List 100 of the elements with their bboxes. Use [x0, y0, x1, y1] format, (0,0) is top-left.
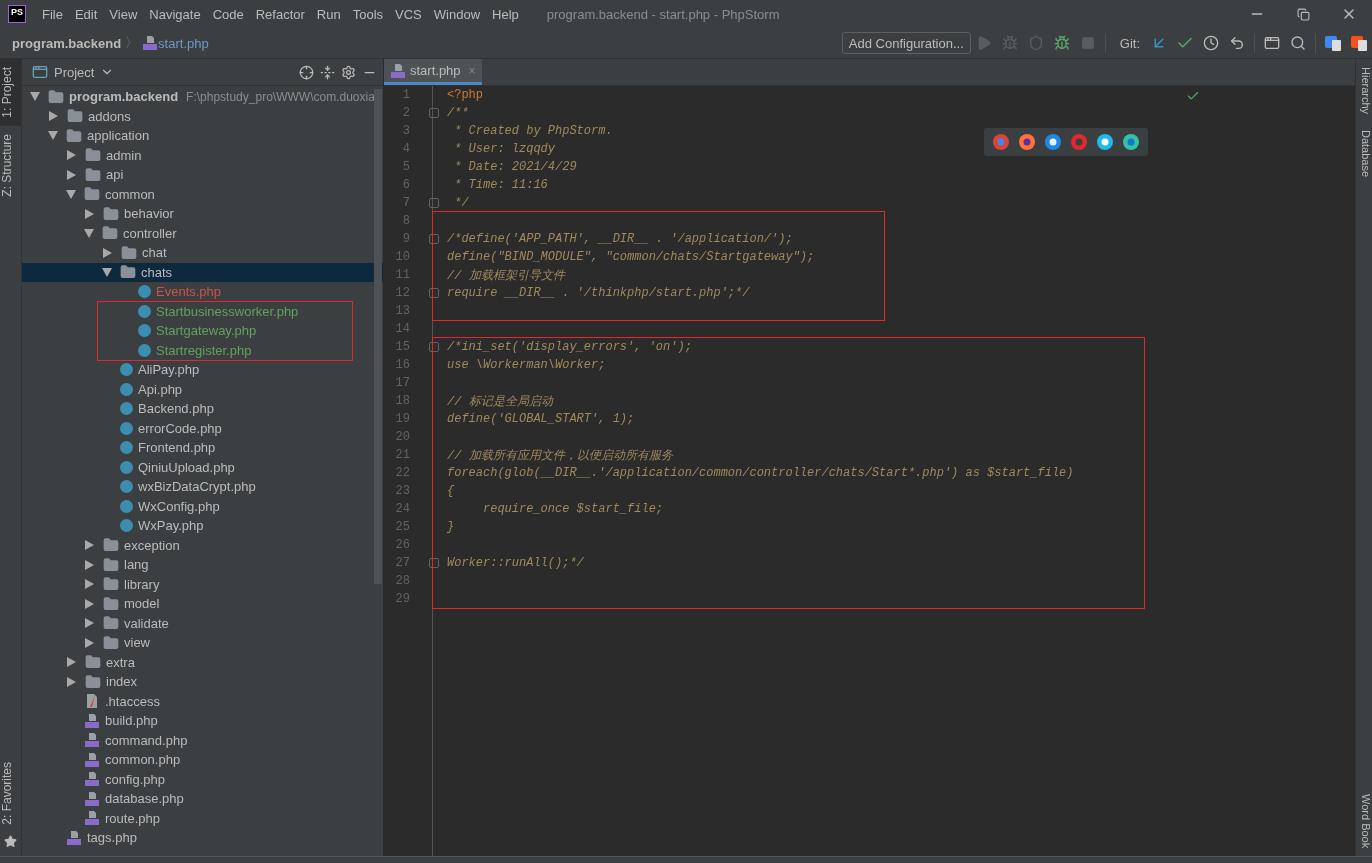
collapsed-arrow-icon[interactable] — [85, 540, 94, 551]
tree-row[interactable]: .htaccess — [22, 691, 383, 711]
tree-row[interactable]: extra — [22, 652, 383, 672]
menu-item[interactable]: Code — [206, 6, 250, 22]
tree-row[interactable]: Frontend.php — [22, 438, 383, 458]
expanded-arrow-icon[interactable] — [102, 267, 112, 277]
tree-row[interactable]: Startbusinessworker.php — [98, 301, 352, 321]
tool-window-tab[interactable]: Word Book — [1356, 785, 1372, 856]
tree-row[interactable]: exception — [22, 535, 383, 555]
tree-row[interactable]: api — [22, 165, 383, 185]
code-line: } — [447, 520, 455, 534]
tree-row[interactable]: QiniuUpload.php — [22, 457, 383, 477]
collapsed-arrow-icon[interactable] — [85, 598, 94, 609]
expanded-arrow-icon[interactable] — [84, 228, 94, 238]
menu-item[interactable]: View — [103, 6, 144, 22]
line-number: 22 — [394, 465, 410, 482]
file-name: tags.php — [87, 830, 137, 846]
add-configuration-button[interactable]: Add Configuration... — [841, 32, 971, 54]
tree-row[interactable]: application — [22, 126, 383, 146]
tree-row[interactable]: program.backend F:\phpstudy_pro\WWW\com.duoxia — [22, 87, 383, 107]
locate-icon[interactable] — [299, 64, 314, 80]
file-name: Startgateway.php — [156, 323, 257, 339]
tree-row[interactable]: database.php — [22, 789, 383, 809]
collapsed-arrow-icon[interactable] — [67, 657, 76, 668]
breadcrumb-item[interactable]: program.backend — [12, 35, 122, 51]
collapsed-arrow-icon[interactable] — [85, 618, 94, 629]
tree-row[interactable]: common — [22, 184, 383, 204]
tree-row[interactable]: route.php — [22, 808, 383, 828]
menu-item[interactable]: File — [36, 6, 69, 22]
file-name: behavior — [124, 206, 174, 222]
menu-item[interactable]: Tools — [346, 6, 390, 22]
scrollbar[interactable] — [374, 89, 382, 584]
tool-window-tab[interactable]: Z: Structure — [0, 125, 21, 205]
tree-row[interactable]: model — [22, 594, 383, 614]
tree-row[interactable]: addons — [22, 106, 383, 126]
project-view-icon — [32, 64, 48, 80]
tree-row[interactable]: chats — [22, 262, 383, 282]
tree-row[interactable]: Startgateway.php — [98, 321, 352, 341]
menu-item[interactable]: Run — [310, 6, 347, 22]
tree-row[interactable]: wxBizDataCrypt.php — [22, 477, 383, 497]
collapsed-arrow-icon[interactable] — [85, 559, 94, 570]
tool-window-tab[interactable]: 2: Favorites — [0, 754, 21, 833]
file-name: addons — [88, 108, 131, 124]
editor-tab[interactable]: start.php × — [384, 59, 482, 85]
breadcrumb-item[interactable]: start.php — [158, 35, 209, 51]
tree-row[interactable]: WxConfig.php — [22, 496, 383, 516]
fold-marker-icon[interactable] — [429, 342, 439, 352]
line-number: 8 — [401, 213, 410, 230]
tree-row[interactable]: index — [22, 672, 383, 692]
fold-marker-icon[interactable] — [429, 108, 439, 118]
app-logo: PS — [8, 5, 26, 23]
tree-row[interactable]: config.php — [22, 769, 383, 789]
tree-row[interactable]: view — [22, 633, 383, 653]
collapsed-arrow-icon[interactable] — [67, 676, 76, 687]
collapsed-arrow-icon[interactable] — [85, 579, 94, 590]
browser-icon[interactable] — [1096, 133, 1114, 151]
collapsed-arrow-icon[interactable] — [49, 111, 58, 122]
tree-row[interactable]: AliPay.php — [22, 360, 383, 380]
collapsed-arrow-icon[interactable] — [67, 150, 76, 161]
tree-row[interactable]: WxPay.php — [22, 516, 383, 536]
menu-item[interactable]: Window — [427, 6, 487, 22]
tree-row[interactable]: common.php — [22, 750, 383, 770]
tree-row[interactable]: tags.php — [22, 828, 383, 848]
menu-item[interactable]: Refactor — [249, 6, 311, 22]
fold-marker-icon[interactable] — [429, 198, 439, 208]
tree-row[interactable]: command.php — [22, 730, 383, 750]
menu-item[interactable]: Edit — [68, 6, 104, 22]
tree-row[interactable]: lang — [22, 555, 383, 575]
expanded-arrow-icon[interactable] — [48, 131, 58, 141]
file-name: Startregister.php — [156, 342, 252, 358]
browser-icon[interactable] — [1044, 133, 1062, 151]
tool-window-tab[interactable]: Database — [1356, 122, 1372, 186]
tree-row[interactable]: build.php — [22, 711, 383, 731]
settings-icon[interactable] — [341, 64, 356, 80]
browser-icon[interactable] — [1122, 133, 1140, 151]
tool-window-tab[interactable]: 1: Project — [0, 59, 21, 126]
collapse-all-icon[interactable] — [320, 64, 335, 80]
fold-marker-icon[interactable] — [429, 558, 439, 568]
folder-icon — [103, 576, 119, 593]
menu-item[interactable]: Navigate — [143, 6, 207, 22]
tree-row[interactable]: library — [22, 574, 383, 594]
tree-row[interactable]: Startregister.php — [98, 340, 352, 360]
tree-row[interactable]: behavior — [22, 204, 383, 224]
fold-marker-icon[interactable] — [429, 234, 439, 244]
tree-row[interactable]: validate — [22, 613, 383, 633]
tree-row[interactable]: errorCode.php — [22, 418, 383, 438]
collapsed-arrow-icon[interactable] — [85, 208, 94, 219]
tree-row[interactable]: admin — [22, 145, 383, 165]
menu-item[interactable]: Help — [486, 6, 525, 22]
expanded-arrow-icon[interactable] — [66, 189, 76, 199]
expanded-arrow-icon[interactable] — [30, 92, 40, 102]
fold-marker-icon[interactable] — [429, 288, 439, 298]
tree-row[interactable]: Api.php — [22, 379, 383, 399]
tool-window-tab[interactable]: Hierarchy — [1356, 59, 1372, 123]
menu-item[interactable]: VCS — [389, 6, 428, 22]
tree-row[interactable]: Backend.php — [22, 399, 383, 419]
tree-row[interactable]: controller — [22, 223, 383, 243]
collapsed-arrow-icon[interactable] — [67, 169, 76, 180]
panel-title[interactable]: Project — [54, 64, 95, 80]
file-name: application — [87, 128, 150, 144]
